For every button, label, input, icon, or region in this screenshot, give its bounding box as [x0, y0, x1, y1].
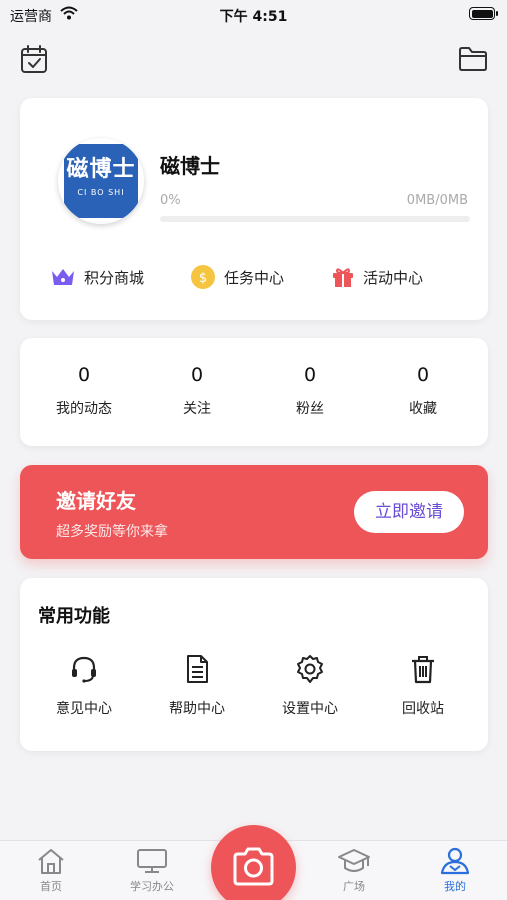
function-help-center[interactable]: 帮助中心	[147, 654, 247, 718]
stat-label: 我的动态	[56, 401, 112, 417]
stats-card: 0 我的动态 0 关注 0 粉丝 0 收藏	[20, 338, 488, 446]
calendar-check-icon[interactable]	[20, 44, 48, 74]
user-icon	[440, 847, 470, 875]
function-feedback-center[interactable]: 意见中心	[34, 654, 134, 718]
username: 磁博士	[160, 154, 220, 178]
logo-subtext: CI BO SHI	[77, 188, 125, 197]
stat-value: 0	[190, 364, 204, 386]
tab-label: 首页	[40, 880, 62, 893]
stat-following[interactable]: 0 关注	[152, 364, 242, 418]
function-label: 设置中心	[282, 701, 338, 717]
stat-my-posts[interactable]: 0 我的动态	[39, 364, 129, 418]
quick-link-points-mall[interactable]: 积分商城	[50, 262, 144, 292]
function-label: 回收站	[402, 701, 444, 717]
coin-icon: $	[191, 265, 215, 289]
stat-label: 粉丝	[296, 401, 324, 417]
tab-label: 我的	[444, 880, 466, 893]
tab-home[interactable]: 首页	[11, 847, 91, 894]
quick-link-label: 积分商城	[84, 268, 145, 287]
tab-plaza[interactable]: 广场	[314, 847, 394, 894]
profile-card: 磁博士 CI BO SHI 磁博士 0% 0MB/0MB 积分商城 $ 任务中心…	[20, 98, 488, 320]
folder-icon[interactable]	[458, 46, 488, 72]
stat-favorites[interactable]: 0 收藏	[378, 364, 468, 418]
invite-banner: 邀请好友 超多奖励等你来拿 立即邀请	[20, 465, 488, 559]
svg-text:$: $	[199, 271, 207, 286]
invite-subtitle: 超多奖励等你来拿	[56, 524, 168, 540]
common-functions-card: 常用功能 意见中心 帮助中心 设置中心 回收站	[20, 578, 488, 751]
document-icon	[187, 655, 208, 683]
invite-now-button[interactable]: 立即邀请	[354, 491, 464, 533]
stat-label: 收藏	[409, 401, 437, 417]
home-icon	[38, 849, 64, 874]
function-label: 帮助中心	[169, 701, 225, 717]
quick-link-label: 任务中心	[224, 268, 285, 287]
stat-value: 0	[416, 364, 430, 386]
stat-value: 0	[303, 364, 317, 386]
status-time: 下午 4:51	[219, 9, 288, 25]
tab-label: 广场	[343, 880, 365, 893]
storage-progress-bar	[160, 216, 470, 222]
invite-title: 邀请好友	[56, 489, 136, 513]
gift-icon	[333, 268, 353, 287]
trash-icon	[412, 656, 434, 684]
function-recycle-bin[interactable]: 回收站	[373, 654, 473, 718]
headset-icon	[72, 656, 96, 683]
storage-usage: 0MB/0MB	[406, 193, 468, 208]
tab-study-office[interactable]: 学习办公	[112, 847, 192, 894]
function-label: 意见中心	[56, 701, 112, 717]
stat-followers[interactable]: 0 粉丝	[265, 364, 355, 418]
camera-icon	[233, 847, 274, 886]
crown-icon	[52, 269, 74, 285]
quick-link-label: 活动中心	[363, 268, 424, 287]
status-bar: 运营商 下午 4:51	[0, 0, 507, 30]
quick-link-activity-center[interactable]: 活动中心	[331, 262, 423, 292]
function-settings-center[interactable]: 设置中心	[260, 654, 360, 718]
tab-mine[interactable]: 我的	[415, 847, 495, 894]
graduation-cap-icon	[338, 849, 370, 872]
logo-text: 磁博士	[66, 157, 136, 182]
stat-label: 关注	[183, 401, 211, 417]
stat-value: 0	[77, 364, 91, 386]
monitor-icon	[137, 849, 167, 873]
camera-button[interactable]	[211, 825, 296, 900]
avatar[interactable]: 磁博士 CI BO SHI	[58, 138, 144, 224]
app-logo: 磁博士 CI BO SHI	[64, 144, 138, 218]
quick-link-task-center[interactable]: $ 任务中心	[190, 262, 284, 292]
tab-label: 学习办公	[130, 880, 174, 893]
battery-icon	[469, 7, 498, 20]
gear-icon	[297, 655, 323, 683]
storage-percent: 0%	[160, 193, 181, 208]
section-title: 常用功能	[38, 606, 110, 627]
